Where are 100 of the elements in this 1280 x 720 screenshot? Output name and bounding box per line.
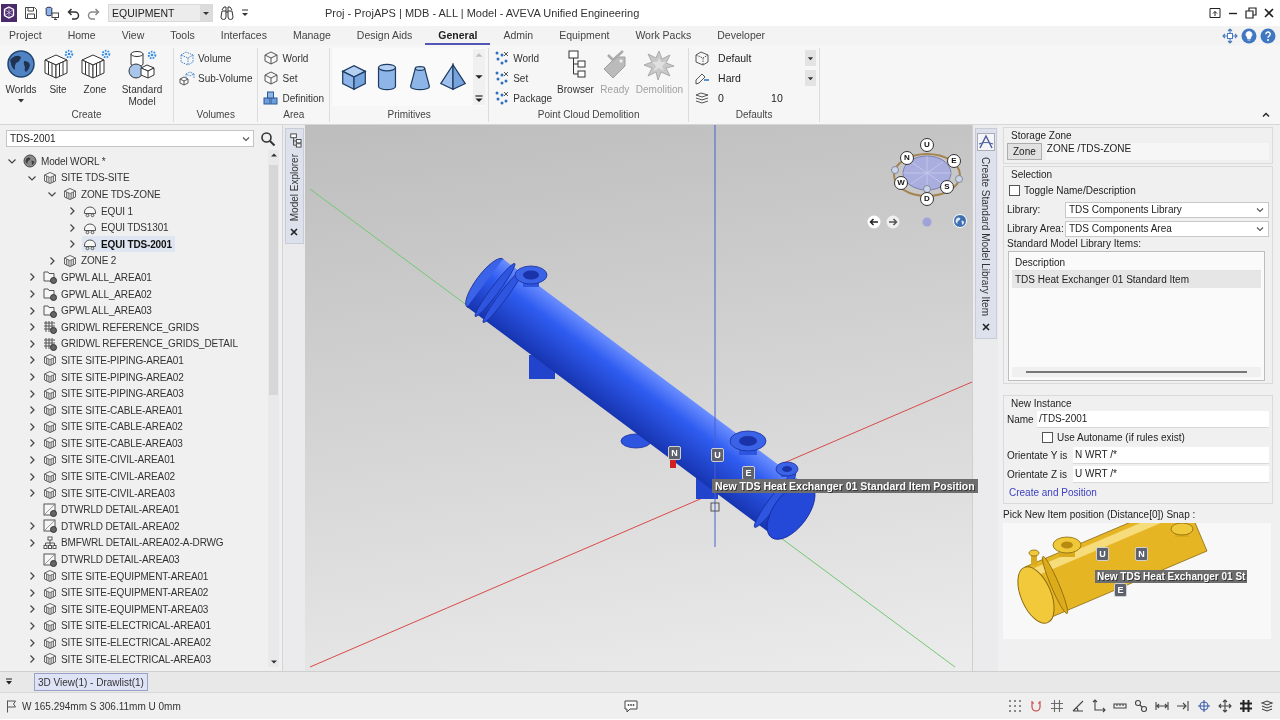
- panel-tab[interactable]: Model Explorer: [284, 128, 304, 245]
- globe-icon[interactable]: [953, 214, 967, 228]
- chevron-right-icon[interactable]: [27, 438, 37, 449]
- ribbon-tab[interactable]: Interfaces: [207, 26, 280, 45]
- caret-down-icon[interactable]: [807, 55, 815, 61]
- library-dropdown[interactable]: TDS Components Library: [1065, 201, 1269, 218]
- ribbon-button[interactable]: Package: [492, 88, 555, 108]
- chevron-right-icon[interactable]: [27, 471, 37, 482]
- chevron-right-icon[interactable]: [27, 355, 37, 366]
- tree-item[interactable]: DTWRLD DETAIL-AREA03: [42, 551, 183, 568]
- tree-item[interactable]: SITE SITE-CIVIL-AREA01: [42, 452, 178, 468]
- number-field[interactable]: 0: [718, 92, 764, 104]
- chevron-right-icon[interactable]: [27, 322, 37, 333]
- tree-item[interactable]: SITE SITE-CIVIL-AREA02: [42, 468, 178, 485]
- tree-item[interactable]: SITE SITE-EQUIPMENT-AREA03: [42, 601, 212, 618]
- list-item[interactable]: TDS Heat Exchanger 01 Standard Item: [1012, 271, 1261, 288]
- chevron-right-icon[interactable]: [67, 222, 77, 233]
- undo-icon[interactable]: [66, 6, 80, 20]
- ribbon-button[interactable]: Zone: [77, 48, 113, 97]
- tree-item[interactable]: BMFWRL DETAIL-AREA02-A-DRWG: [42, 534, 227, 551]
- ribbon-button[interactable]: Site: [40, 48, 76, 97]
- save-icon[interactable]: [24, 6, 38, 20]
- view-direction-button[interactable]: D: [920, 192, 934, 206]
- tree-item[interactable]: SITE SITE-CABLE-AREA02: [42, 418, 186, 435]
- search-icon[interactable]: [260, 130, 276, 147]
- chevron-right-icon[interactable]: [27, 637, 37, 648]
- chevron-right-icon[interactable]: [27, 488, 37, 499]
- customize-icon[interactable]: [241, 7, 249, 19]
- tree-item[interactable]: EQUI TDS1301: [82, 219, 172, 236]
- caret-down-icon[interactable]: [200, 5, 212, 21]
- tree-item[interactable]: SITE SITE-ELECTRICAL-AREA03: [42, 651, 214, 668]
- tree-item[interactable]: ZONE 2: [62, 252, 120, 269]
- checkbox[interactable]: [1009, 185, 1020, 196]
- bold-grid-icon[interactable]: [1239, 699, 1253, 713]
- tree-item[interactable]: DTWRLD DETAIL-AREA02: [42, 518, 183, 535]
- lightbulb-icon[interactable]: [1241, 27, 1257, 44]
- help-icon[interactable]: [1260, 27, 1276, 44]
- ribbon-tab[interactable]: Developer: [704, 26, 779, 45]
- tree-item[interactable]: SITE SITE-PIPING-AREA01: [42, 352, 187, 369]
- chevron-up-icon[interactable]: [1261, 110, 1271, 120]
- binoculars-icon[interactable]: [220, 6, 234, 20]
- checkbox-label[interactable]: Toggle Name/Description: [1024, 185, 1136, 196]
- chevron-right-icon[interactable]: [27, 372, 37, 382]
- chevron-right-icon[interactable]: [47, 255, 57, 266]
- tree-item[interactable]: SITE SITE-EQUIPMENT-AREA02: [42, 584, 212, 601]
- chevron-right-icon[interactable]: [27, 388, 37, 399]
- forward-arrow-icon[interactable]: [886, 215, 900, 229]
- chevron-right-icon[interactable]: [27, 405, 37, 416]
- chevron-right-icon[interactable]: [67, 206, 77, 217]
- ribbon-button[interactable]: Volume: [177, 48, 255, 68]
- dropdown[interactable]: Hard: [718, 69, 817, 87]
- view-direction-button[interactable]: W: [894, 176, 908, 190]
- restore-icon[interactable]: [1244, 6, 1258, 20]
- caret-down-icon[interactable]: [807, 75, 815, 81]
- tree-item[interactable]: SITE SITE-CABLE-AREA03: [42, 435, 186, 452]
- quick-access-dropdown[interactable]: EQUIPMENT: [108, 4, 213, 22]
- close-icon[interactable]: [289, 227, 299, 238]
- zone-field[interactable]: ZONE /TDS-ZONE: [1045, 143, 1269, 160]
- tree-item[interactable]: Model WORL *: [22, 153, 109, 170]
- grid-icon[interactable]: [1050, 699, 1064, 713]
- magnet-icon[interactable]: [1029, 699, 1043, 713]
- chevron-right-icon[interactable]: [27, 305, 37, 316]
- ribbon-button[interactable]: World: [261, 48, 327, 68]
- view-direction-button[interactable]: U: [920, 138, 934, 152]
- tree-item[interactable]: GRIDWL REFERENCE_GRIDS: [42, 319, 202, 336]
- scrollbar-thumb[interactable]: [269, 165, 278, 395]
- tree-item[interactable]: SITE TDS-SITE: [42, 169, 133, 186]
- dot-icon[interactable]: [922, 217, 932, 227]
- chevron-right-icon[interactable]: [67, 239, 77, 250]
- chevron-right-icon[interactable]: [27, 521, 37, 532]
- chevron-right-icon[interactable]: [27, 338, 37, 349]
- target-icon[interactable]: [1197, 699, 1211, 713]
- search-combo[interactable]: TDS-2001: [6, 130, 254, 147]
- chevron-right-icon[interactable]: [27, 537, 37, 548]
- chevron-right-icon[interactable]: [27, 620, 37, 631]
- tree-item[interactable]: ZONE TDS-ZONE: [62, 186, 164, 203]
- scrollbar-thumb[interactable]: [1026, 371, 1247, 373]
- tree-item[interactable]: GPWL ALL_AREA01: [42, 269, 155, 286]
- library-area-dropdown[interactable]: TDS Components Area: [1065, 220, 1269, 237]
- back-arrow-icon[interactable]: [867, 215, 881, 229]
- view-direction-button[interactable]: S: [940, 180, 954, 194]
- ribbon-button[interactable]: Definition: [261, 88, 327, 108]
- chevron-right-icon[interactable]: [27, 455, 37, 465]
- panel-tab[interactable]: Create Standard Model Library Item: [974, 128, 997, 339]
- close-icon[interactable]: [980, 321, 991, 332]
- document-tab[interactable]: 3D View(1) - Drawlist(1): [34, 673, 148, 691]
- ribbon-tab[interactable]: Design Aids: [343, 26, 426, 45]
- scrollbar[interactable]: [268, 150, 279, 667]
- database-monitor-icon[interactable]: [45, 6, 59, 20]
- tree-item[interactable]: GRIDWL REFERENCE_GRIDS_DETAIL: [42, 335, 241, 352]
- ribbon-button[interactable]: Set: [261, 68, 327, 88]
- number-field[interactable]: 10: [771, 92, 817, 104]
- app-icon[interactable]: [1, 4, 17, 22]
- ribbon-button[interactable]: Worlds: [3, 48, 39, 104]
- ribbon-tab[interactable]: Tools: [157, 26, 208, 45]
- tree-item[interactable]: SITE SITE-CIVIL-AREA03: [42, 485, 178, 502]
- chevron-right-icon[interactable]: [27, 587, 37, 598]
- axes-icon[interactable]: [1092, 699, 1106, 713]
- ribbon-button[interactable]: Sub-Volume: [177, 68, 255, 88]
- name-field[interactable]: /TDS-2001: [1037, 411, 1269, 428]
